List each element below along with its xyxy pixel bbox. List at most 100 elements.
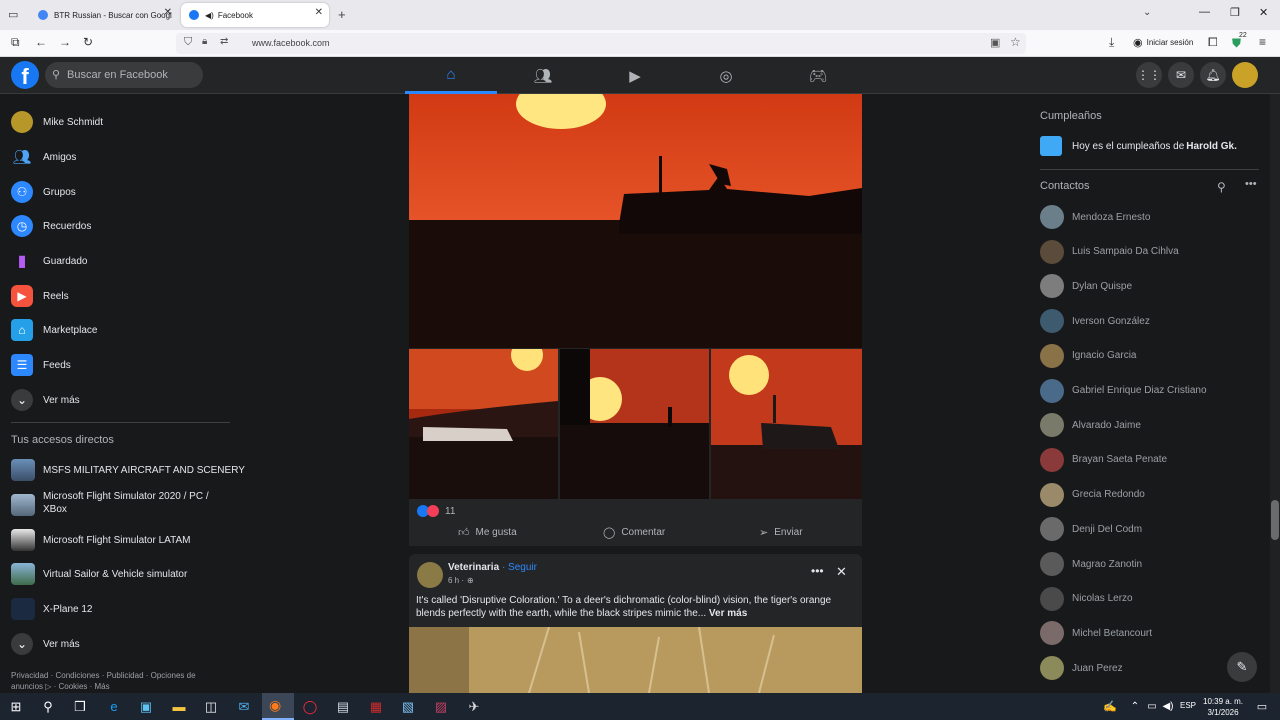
close-icon[interactable]: ✕ (836, 564, 847, 580)
notification-center-icon[interactable]: ▭ (1252, 697, 1272, 716)
notifications-button[interactable]: 🔔︎ (1200, 62, 1226, 88)
sidebar-toggle-icon[interactable]: ⧉ (11, 35, 20, 50)
contact-item[interactable]: Denji Del Codm (1040, 516, 1142, 542)
back-icon[interactable]: ← (35, 35, 47, 49)
app-icon[interactable]: ▦ (366, 697, 386, 716)
permissions-icon[interactable]: ⇄ (220, 36, 228, 47)
post-thumbnail-image[interactable] (711, 349, 862, 499)
url-bar[interactable]: ⛉ 🔒︎ ⇄ www.facebook.com ▣ ☆ (176, 33, 1026, 54)
tab-facebook[interactable]: ◀) Facebook ✕ (181, 3, 329, 27)
search-icon[interactable]: ⚲ (1217, 180, 1226, 194)
post-thumbnail-image[interactable] (560, 349, 709, 499)
downloads-icon[interactable]: ⤓ (1109, 35, 1114, 50)
sidebar-item-friends[interactable]: 👥︎ Amigos (11, 143, 76, 171)
see-more-link[interactable]: Ver más (709, 608, 747, 619)
signin-button[interactable]: ◉ Iniciar sesión (1133, 36, 1193, 49)
sidebar-item-reels[interactable]: ▶ Reels (11, 282, 69, 310)
post-author[interactable]: Veterinaria (448, 562, 499, 573)
scrollbar[interactable] (1270, 94, 1280, 693)
forward-icon[interactable]: → (59, 35, 71, 49)
lock-icon[interactable]: 🔒︎ (202, 36, 207, 47)
sidebar-item-feeds[interactable]: ☰ Feeds (11, 351, 71, 379)
follow-link[interactable]: · Seguir (502, 562, 537, 573)
restore-button[interactable]: ❐ (1230, 6, 1240, 19)
contact-item[interactable]: Grecia Redondo (1040, 482, 1145, 508)
messenger-button[interactable]: ✉ (1168, 62, 1194, 88)
sidebar-item-memories[interactable]: ◷ Recuerdos (11, 212, 91, 240)
scrollbar-thumb[interactable] (1271, 500, 1279, 540)
app-icon[interactable]: ▧ (398, 697, 418, 716)
tab-overflow-chevron-icon[interactable]: ⌄ (1143, 7, 1151, 18)
sidebar-item-groups[interactable]: ⚇ Grupos (11, 178, 76, 206)
app-icon[interactable]: ▨ (431, 697, 451, 716)
extensions-icon[interactable]: ⧠ (1208, 35, 1218, 50)
avatar[interactable] (417, 562, 443, 588)
nav-friends[interactable]: 👥︎ (497, 57, 589, 94)
footer-links[interactable]: Privacidad · Condiciones · Publicidad · … (11, 670, 196, 692)
app-icon[interactable]: ▤ (333, 697, 353, 716)
tab-google-search[interactable]: BTR Russian - Buscar con Googl ✕ (30, 3, 178, 27)
clock[interactable]: 10:39 a. m. 3/1/2026 (1203, 696, 1243, 718)
contact-item[interactable]: Dylan Quispe (1040, 273, 1132, 299)
close-tab-icon[interactable]: ✕ (315, 7, 323, 18)
shortcut-item[interactable]: Microsoft Flight Simulator 2020 / PC / X… (11, 490, 221, 520)
tab-list-icon[interactable]: ▭ (8, 8, 18, 21)
reader-view-icon[interactable]: ▣ (990, 36, 1000, 49)
reaction-summary[interactable]: 11 (417, 505, 455, 517)
contact-item[interactable]: Iverson González (1040, 308, 1150, 334)
opera-icon[interactable]: ◯ (300, 697, 320, 716)
shortcut-item[interactable]: Virtual Sailor & Vehicle simulator (11, 560, 187, 588)
file-explorer-icon[interactable]: ▬ (169, 697, 189, 716)
contact-item[interactable]: Mendoza Ernesto (1040, 204, 1150, 230)
bookmark-star-icon[interactable]: ☆ (1010, 35, 1021, 49)
sidebar-see-more[interactable]: ⌄ Ver más (11, 386, 80, 414)
contact-item[interactable]: Magrao Zanotin (1040, 551, 1142, 577)
contact-item[interactable]: Nicolas Lerzo (1040, 586, 1133, 612)
like-button[interactable]: 👍︎ Me gusta (458, 524, 517, 540)
speaker-icon[interactable]: ◀) (205, 11, 214, 20)
contact-item[interactable]: Juan Perez (1040, 655, 1123, 681)
new-tab-button[interactable]: + (338, 7, 346, 22)
sidebar-item-marketplace[interactable]: ⌂ Marketplace (11, 316, 97, 344)
search-input[interactable]: ⚲ Buscar en Facebook (45, 62, 203, 88)
nav-gaming[interactable]: 🎮︎ (772, 57, 864, 94)
comment-button[interactable]: ◯ Comentar (603, 524, 665, 540)
extension-badge-button[interactable]: ⛊ 22 (1232, 32, 1250, 52)
mail-icon[interactable]: ✉ (234, 697, 254, 716)
volume-icon[interactable]: ◀) (1158, 697, 1178, 716)
language-indicator[interactable]: ESP (1180, 701, 1196, 710)
reload-icon[interactable]: ↻ (83, 35, 93, 49)
send-button[interactable]: ➢ Enviar (759, 524, 803, 540)
profile-avatar[interactable] (1232, 62, 1258, 88)
shield-icon[interactable]: ⛉ (184, 36, 192, 49)
close-tab-icon[interactable]: ✕ (164, 7, 172, 18)
new-message-button[interactable]: ✎ (1227, 652, 1257, 682)
minimize-button[interactable]: — (1199, 6, 1210, 18)
firefox-taskbar-button[interactable]: ◉ (262, 693, 294, 720)
shortcut-item[interactable]: Microsoft Flight Simulator LATAM (11, 526, 190, 554)
contact-item[interactable]: Luis Sampaio Da Cihlva (1040, 239, 1179, 265)
nav-groups[interactable]: ◎ (680, 57, 772, 94)
shortcut-item[interactable]: MSFS MILITARY AIRCRAFT AND SCENERY (11, 456, 245, 484)
nav-video[interactable]: ▶ (589, 57, 681, 94)
shortcuts-see-more[interactable]: ⌄ Ver más (11, 630, 80, 658)
facebook-logo-icon[interactable]: f (11, 61, 39, 89)
close-window-button[interactable]: ✕ (1259, 6, 1268, 19)
url-text[interactable]: www.facebook.com (252, 38, 330, 48)
post-options-icon[interactable]: ••• (811, 564, 824, 578)
post-main-image[interactable] (409, 94, 862, 348)
post-time[interactable]: 6 h · (448, 576, 464, 585)
menu-icon[interactable]: ≡ (1259, 35, 1266, 49)
post-main-image[interactable] (409, 627, 862, 693)
sidebar-item-saved[interactable]: ▮ Guardado (11, 247, 88, 275)
search-icon[interactable]: ⚲ (38, 697, 58, 716)
task-view-icon[interactable]: ❒ (70, 697, 90, 716)
nav-home[interactable]: ⌂ (405, 57, 497, 94)
menu-grid-button[interactable]: ⋮⋮ (1136, 62, 1162, 88)
edge-icon[interactable]: e (104, 697, 124, 716)
store-icon[interactable]: ◫ (201, 697, 221, 716)
contact-item[interactable]: Ignacio Garcia (1040, 343, 1136, 369)
contact-item[interactable]: Alvarado Jaime (1040, 412, 1141, 438)
contact-item[interactable]: Gabriel Enrique Diaz Cristiano (1040, 378, 1207, 404)
desktop-app-icon[interactable]: ▣ (136, 697, 156, 716)
